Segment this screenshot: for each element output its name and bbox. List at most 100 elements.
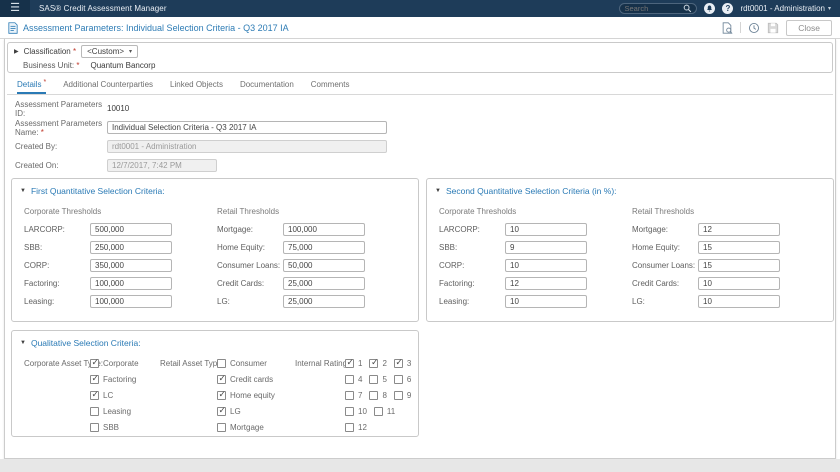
threshold-input[interactable] xyxy=(505,295,587,308)
checkbox[interactable] xyxy=(90,373,99,384)
checkbox[interactable] xyxy=(90,406,99,416)
user-menu[interactable]: rdt0001 - Administration ▾ xyxy=(740,4,831,13)
search-input[interactable] xyxy=(624,4,684,13)
threshold-row: Credit Cards: xyxy=(632,277,780,290)
threshold-input[interactable] xyxy=(698,277,780,290)
classification-collapse-arrow-icon[interactable]: ▶ xyxy=(14,48,19,55)
tab-comments[interactable]: Comments xyxy=(311,76,350,94)
checkbox[interactable] xyxy=(369,390,379,400)
checkbox-option[interactable]: 1 xyxy=(345,355,362,371)
checkbox-option[interactable]: 10 xyxy=(345,403,367,419)
checkbox-option[interactable]: Mortgage xyxy=(217,419,275,435)
tab-additional-counterparties[interactable]: Additional Counterparties xyxy=(63,76,153,94)
threshold-input[interactable] xyxy=(90,223,172,236)
checkbox-option[interactable]: 7 xyxy=(345,387,362,403)
threshold-input[interactable] xyxy=(698,259,780,272)
checkbox[interactable] xyxy=(90,357,99,368)
hamburger-menu-button[interactable]: ☰ xyxy=(0,0,30,17)
history-icon xyxy=(749,22,760,33)
checkbox-option[interactable]: 4 xyxy=(345,371,362,387)
checkbox[interactable] xyxy=(393,390,403,400)
checkbox[interactable] xyxy=(345,406,354,416)
checkbox[interactable] xyxy=(373,406,383,416)
threshold-input[interactable] xyxy=(90,241,172,254)
checkbox[interactable] xyxy=(345,422,354,432)
save-button[interactable] xyxy=(767,22,779,34)
help-icon: ? xyxy=(725,3,731,13)
checkbox[interactable] xyxy=(369,357,379,368)
threshold-input[interactable] xyxy=(505,223,587,236)
validate-button[interactable] xyxy=(721,21,733,34)
threshold-input[interactable] xyxy=(90,295,172,308)
threshold-input[interactable] xyxy=(698,295,780,308)
checkbox-option[interactable]: 11 xyxy=(373,403,395,419)
threshold-input[interactable] xyxy=(283,223,365,236)
threshold-input[interactable] xyxy=(698,241,780,254)
required-marker: * xyxy=(73,47,77,56)
classification-dropdown[interactable]: <Custom> ▾ xyxy=(81,45,139,58)
checkbox[interactable] xyxy=(345,390,354,400)
footer-strip xyxy=(0,459,840,472)
search-box[interactable] xyxy=(619,3,698,14)
checkbox[interactable] xyxy=(345,357,354,368)
threshold-input[interactable] xyxy=(283,241,365,254)
checkbox-option[interactable]: LC xyxy=(90,387,139,403)
checkbox-option[interactable]: 2 xyxy=(369,355,387,371)
checkbox-option[interactable]: Credit cards xyxy=(217,371,275,387)
collapse-arrow-icon[interactable]: ▼ xyxy=(435,188,441,194)
checkbox-option[interactable]: SBB xyxy=(90,419,139,435)
checkbox-option[interactable]: 3 xyxy=(393,355,411,371)
help-button[interactable]: ? xyxy=(722,3,734,14)
checkbox[interactable] xyxy=(90,389,99,400)
checkbox[interactable] xyxy=(217,422,226,432)
threshold-input[interactable] xyxy=(283,259,365,272)
threshold-input[interactable] xyxy=(505,259,587,272)
checkbox-label: 4 xyxy=(358,374,363,384)
created-on-input xyxy=(107,159,217,172)
checkbox-option[interactable]: Corporate xyxy=(90,355,139,371)
threshold-input[interactable] xyxy=(283,277,365,290)
checkbox[interactable] xyxy=(217,389,226,400)
checkbox[interactable] xyxy=(369,374,379,384)
tab-linked-objects[interactable]: Linked Objects xyxy=(170,76,223,94)
panel-title-row: ▼ Second Quantitative Selection Criteria… xyxy=(427,179,833,196)
checkbox-option[interactable]: LG xyxy=(217,403,275,419)
search-icon[interactable] xyxy=(683,4,692,13)
close-button[interactable]: Close xyxy=(786,19,832,36)
tab-documentation[interactable]: Documentation xyxy=(240,76,294,94)
checkbox-option[interactable]: Consumer xyxy=(217,355,275,371)
checkbox[interactable] xyxy=(90,422,99,432)
checkbox-option[interactable]: 8 xyxy=(369,387,387,403)
notifications-button[interactable] xyxy=(704,3,716,14)
checkbox-option[interactable]: 6 xyxy=(393,371,411,387)
checkbox[interactable] xyxy=(393,357,403,368)
threshold-input[interactable] xyxy=(90,277,172,290)
threshold-input[interactable] xyxy=(698,223,780,236)
collapse-arrow-icon[interactable]: ▼ xyxy=(20,188,26,194)
checkbox-option[interactable]: Factoring xyxy=(90,371,139,387)
checkbox-option[interactable]: 5 xyxy=(369,371,387,387)
checkbox[interactable] xyxy=(217,358,226,368)
threshold-input[interactable] xyxy=(505,241,587,254)
panel-title-row: ▼ Qualitative Selection Criteria: xyxy=(12,331,418,348)
tab-details[interactable]: Details * xyxy=(17,76,47,94)
assessment-name-input[interactable] xyxy=(107,121,387,134)
threshold-input[interactable] xyxy=(505,277,587,290)
checkbox[interactable] xyxy=(345,374,354,384)
form-row-id: Assessment Parameters ID: 10010 xyxy=(7,99,833,118)
threshold-input[interactable] xyxy=(90,259,172,272)
threshold-input[interactable] xyxy=(283,295,365,308)
checkbox[interactable] xyxy=(217,405,226,416)
threshold-label: CORP: xyxy=(439,261,465,270)
checkbox[interactable] xyxy=(217,373,226,384)
checkbox-label: Corporate xyxy=(103,358,139,368)
details-form: Assessment Parameters ID: 10010 Assessme… xyxy=(7,99,833,175)
checkbox-option[interactable]: Leasing xyxy=(90,403,139,419)
checkbox-option[interactable]: 9 xyxy=(393,387,411,403)
history-button[interactable] xyxy=(748,22,760,34)
collapse-arrow-icon[interactable]: ▼ xyxy=(20,340,26,346)
threshold-label: LARCORP: xyxy=(439,225,480,234)
checkbox-option[interactable]: Home equity xyxy=(217,387,275,403)
checkbox-option[interactable]: 12 xyxy=(345,419,367,435)
checkbox[interactable] xyxy=(393,374,403,384)
